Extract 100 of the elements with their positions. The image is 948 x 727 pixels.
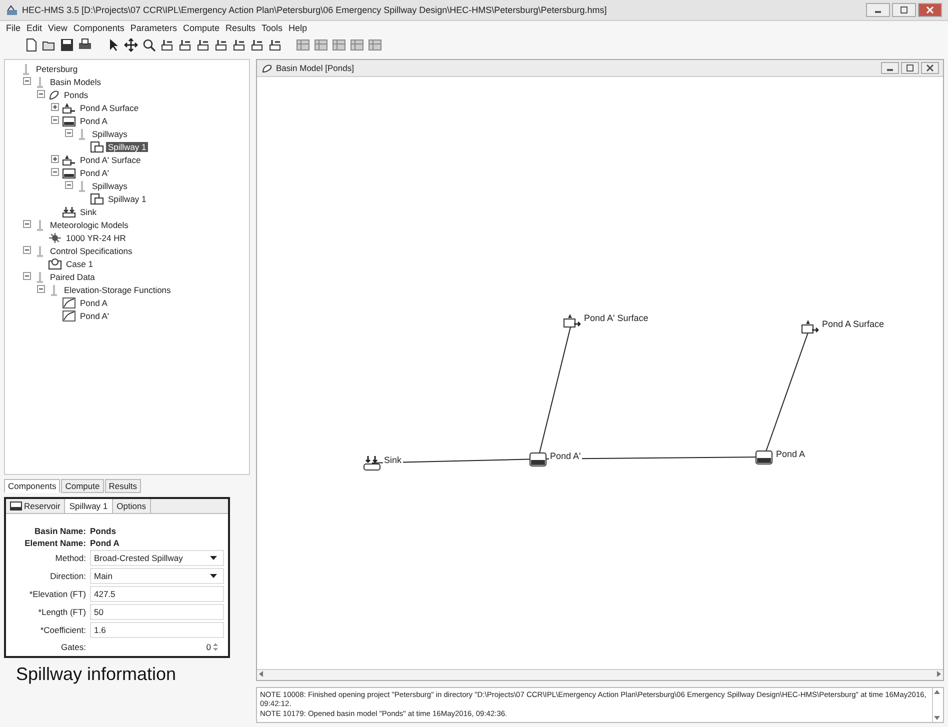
table-icon[interactable]	[296, 38, 310, 52]
field-value: Pond A	[90, 538, 120, 548]
expander-icon[interactable]	[51, 116, 60, 125]
expander-icon[interactable]	[23, 246, 32, 255]
curve-icon	[62, 296, 76, 308]
menu-item[interactable]: Components	[73, 23, 124, 33]
expander-icon[interactable]	[23, 77, 32, 86]
printer-icon[interactable]	[78, 38, 92, 52]
tab[interactable]: Options	[112, 499, 151, 513]
subbasin-icon[interactable]	[563, 313, 581, 329]
window-title: Basin Model [Ponds]	[276, 63, 355, 73]
tree-item[interactable]: Sink	[78, 206, 99, 216]
reservoir-icon	[62, 114, 76, 126]
expander-icon[interactable]	[65, 129, 74, 138]
tab[interactable]: Results	[104, 479, 142, 493]
subbasin-icon[interactable]	[801, 319, 819, 335]
reservoir-icon	[10, 501, 22, 511]
expander-icon[interactable]	[51, 103, 60, 112]
tree-item[interactable]: Basin Models	[48, 76, 104, 86]
curve-icon	[62, 310, 76, 322]
tab[interactable]: Reservoir	[6, 499, 66, 513]
tree-item[interactable]: Pond A' Surface	[78, 154, 143, 164]
minimize-button[interactable]	[866, 3, 890, 17]
dropdown[interactable]: Broad-Crested Spillway	[90, 550, 224, 566]
right-arrow-icon[interactable]	[935, 670, 943, 678]
menu-item[interactable]: Edit	[26, 23, 42, 33]
minimize-button[interactable]	[881, 62, 899, 74]
scrollbar[interactable]	[932, 688, 943, 722]
close-button[interactable]	[918, 3, 942, 17]
tab[interactable]: Spillway 1	[65, 499, 113, 513]
caret-icon	[210, 556, 217, 560]
maximize-button[interactable]	[892, 3, 916, 17]
input-field[interactable]: 1.6	[90, 622, 224, 638]
annotation-caption: Spillway information	[15, 663, 178, 685]
close-icon	[925, 6, 935, 14]
table-icon[interactable]	[332, 38, 346, 52]
tree-item[interactable]: Spillways	[90, 180, 130, 190]
tab[interactable]: Components	[4, 479, 60, 493]
table-icon[interactable]	[314, 38, 328, 52]
tree-item[interactable]: Spillway 1	[106, 142, 148, 152]
menu-item[interactable]: Compute	[182, 23, 220, 33]
menu-item[interactable]: File	[6, 23, 21, 33]
spinner-arrows-icon[interactable]	[213, 643, 218, 651]
dropdown[interactable]: Main	[90, 568, 224, 584]
expander-icon[interactable]	[23, 272, 32, 281]
menu-item[interactable]: Parameters	[130, 23, 177, 33]
scrollbar[interactable]	[257, 669, 943, 680]
reservoir-icon[interactable]	[529, 451, 547, 467]
input-field[interactable]: 427.5	[90, 586, 224, 602]
close-button[interactable]	[921, 62, 939, 74]
left-arrow-icon[interactable]	[257, 670, 265, 678]
maximize-button[interactable]	[901, 62, 919, 74]
save-icon[interactable]	[60, 38, 74, 52]
down-arrow-icon[interactable]	[933, 714, 941, 722]
subbasin-icon	[62, 102, 76, 114]
sink-icon[interactable]	[363, 455, 381, 471]
node-label: Pond A'	[549, 451, 582, 461]
tree-item[interactable]: 1000 YR-24 HR	[64, 232, 128, 242]
table-icon[interactable]	[350, 38, 364, 52]
expander-icon[interactable]	[37, 285, 46, 294]
tree-item[interactable]: Case 1	[64, 258, 95, 268]
zoom-icon[interactable]	[142, 38, 156, 52]
expander-icon[interactable]	[51, 168, 60, 177]
tree-item[interactable]: Pond A	[78, 116, 110, 126]
tree-item[interactable]: Paired Data	[48, 272, 97, 282]
move-icon[interactable]	[124, 38, 138, 52]
field-label: Gates:	[60, 642, 86, 652]
menu-item[interactable]: Results	[225, 23, 256, 33]
tree-item[interactable]: Pond A'	[78, 168, 112, 178]
tree-item[interactable]: Pond A Surface	[78, 102, 141, 112]
tree-item[interactable]: Petersburg	[34, 64, 80, 74]
new-document-icon[interactable]	[24, 38, 38, 52]
menu-item[interactable]: View	[48, 23, 68, 33]
expander-icon[interactable]	[65, 181, 74, 190]
maximize-icon	[899, 6, 909, 14]
field-label: Method:	[54, 553, 86, 563]
up-arrow-icon[interactable]	[933, 688, 941, 696]
tree-item[interactable]: Ponds	[62, 90, 90, 100]
tree-item[interactable]: Elevation-Storage Functions	[62, 284, 173, 294]
app-icon	[6, 4, 18, 16]
menu-item[interactable]: Help	[288, 23, 308, 33]
tree-item[interactable]: Pond A	[78, 298, 110, 308]
expander-icon[interactable]	[23, 220, 32, 229]
table-icon[interactable]	[368, 38, 382, 52]
window-title: HEC-HMS 3.5 [D:\Projects\07 CCR\IPL\Emergency Action Plan\Petersburg\06 Emergency Spillway Design\HEC-HMS\Petersburg\Petersburg.hms]	[22, 5, 608, 15]
field-label: Element Name:	[24, 538, 86, 548]
tree-item[interactable]: Spillway 1	[106, 194, 148, 204]
tab[interactable]: Compute	[61, 479, 104, 493]
tree-item[interactable]: Control Specifications	[48, 246, 134, 256]
node-label: Sink	[383, 455, 403, 465]
tree-item[interactable]: Spillways	[90, 128, 130, 138]
field-label: *Coefficient:	[39, 625, 86, 635]
input-field[interactable]: 50	[90, 604, 224, 620]
tree-item[interactable]: Pond A'	[78, 310, 112, 320]
menu-item[interactable]: Tools	[262, 23, 283, 33]
spinner-field[interactable]: 0	[90, 640, 224, 654]
tree-item[interactable]: Meteorologic Models	[48, 220, 130, 230]
reservoir-icon[interactable]	[755, 449, 773, 465]
expander-icon[interactable]	[51, 155, 60, 164]
expander-icon[interactable]	[37, 90, 46, 99]
